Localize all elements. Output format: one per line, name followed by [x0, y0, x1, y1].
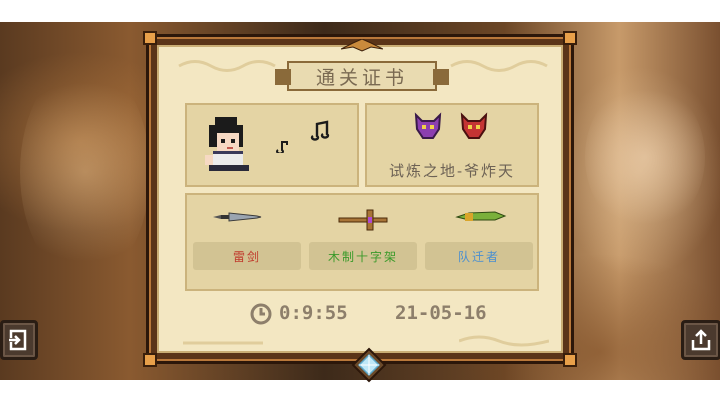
exit-button[interactable] [0, 320, 38, 360]
certificate-paper: 通关证书 试炼之地-爷炸天 雷剑 木制十字架 队迁者 0:9:55 21-05-… [157, 39, 563, 383]
stage-name: 试炼之地-爷炸天 [388, 162, 516, 180]
hero-card [185, 103, 359, 187]
clear-certificate-panel: 通关证书 试炼之地-爷炸天 雷剑 木制十字架 队迁者 0:9:55 21-05-… [143, 31, 577, 383]
diamond-gem-icon [351, 347, 387, 383]
share-button[interactable] [681, 320, 720, 360]
clear-stats: 0:9:55 21-05-16 [249, 301, 499, 327]
bottom-ornament-right [459, 335, 549, 347]
weapons-card: 雷剑 木制十字架 队迁者 [185, 193, 539, 291]
weapon-label-3: 队迁者 [425, 242, 533, 270]
stage-card: 试炼之地-爷炸天 [365, 103, 539, 187]
double-music-note-icon [310, 120, 330, 141]
red-demon-mask-icon [460, 112, 488, 139]
crest-ornament-icon [341, 39, 383, 52]
clear-time: 0:9:55 [279, 302, 348, 324]
cross-staff-icon [338, 209, 388, 231]
dagger-icon [213, 212, 262, 222]
clock-icon [250, 303, 272, 325]
certificate-title-banner: 通关证书 [275, 61, 449, 91]
share-icon [691, 329, 711, 351]
weapon-label-1: 雷剑 [193, 242, 301, 270]
bottom-ornament [183, 341, 263, 345]
clear-date: 21-05-16 [395, 302, 487, 324]
certificate-title: 通关证书 [315, 66, 408, 89]
weapon-label-2: 木制十字架 [309, 242, 417, 270]
music-note-icon [276, 141, 288, 153]
purple-demon-mask-icon [414, 112, 442, 139]
exit-icon [7, 329, 27, 351]
green-blade-icon [455, 211, 507, 221]
hero-avatar [205, 117, 249, 171]
